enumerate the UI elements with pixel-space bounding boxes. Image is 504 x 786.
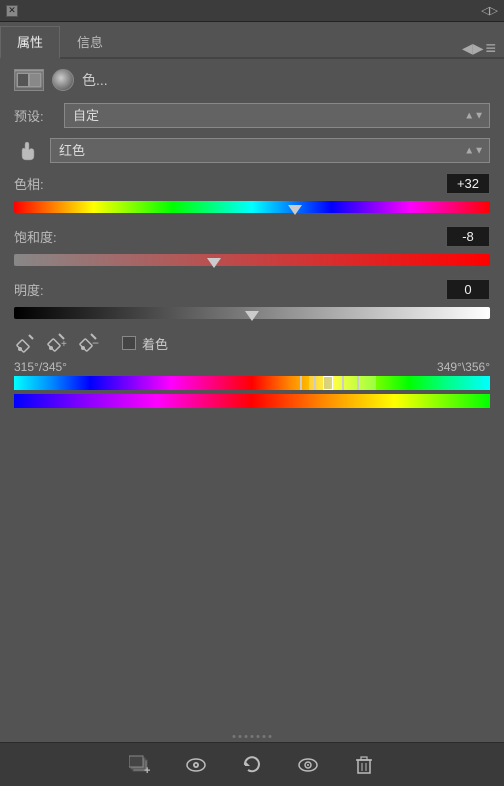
sat-section: 饱和度: -8 (14, 226, 490, 269)
tab-info[interactable]: 信息 (60, 26, 120, 57)
panel-header: 色... (14, 69, 490, 91)
hand-icon (17, 140, 39, 162)
panel-menu-lines: ≡ (485, 39, 496, 57)
delete-button[interactable] (350, 751, 378, 779)
circle-icon (52, 69, 74, 91)
range-labels: 315°/345° 349°\356° (14, 360, 490, 374)
grip-dot-2 (239, 735, 242, 738)
hue-select-bar-wrap[interactable] (14, 376, 490, 390)
range-label-right: 349°\356° (437, 360, 490, 374)
colorize-label: 着色 (142, 334, 168, 353)
grip-dot-6 (263, 735, 266, 738)
grip-dot-7 (269, 735, 272, 738)
color-range-bar-wrap[interactable] (14, 394, 490, 408)
sat-label: 饱和度: (14, 227, 57, 246)
channel-select[interactable]: 红色 (50, 138, 490, 163)
tools-row: + − 着色 (14, 332, 490, 354)
hue-value-box[interactable]: +32 (446, 173, 490, 194)
tabs-bar: 属性 信息 ◀▶ ≡ (0, 22, 504, 59)
eyedropper-minus-button[interactable]: − (78, 332, 100, 354)
panel-title: 色... (82, 70, 108, 90)
hue-label: 色相: (14, 174, 56, 193)
light-header: 明度: 0 (14, 279, 490, 300)
preset-select-wrapper: 自定 ▲▼ (64, 103, 490, 128)
sat-value-box[interactable]: -8 (446, 226, 490, 247)
tabs-menu-button[interactable]: ◀▶ ≡ (462, 39, 504, 57)
reset-button[interactable] (238, 751, 266, 779)
color-range-bar (14, 394, 490, 408)
range-label-left: 315°/345° (14, 360, 67, 374)
light-thumb[interactable] (245, 311, 259, 321)
eyedropper-1-button[interactable] (14, 332, 36, 354)
light-slider-wrap[interactable] (14, 304, 490, 322)
title-bar-left: ✕ (6, 5, 18, 17)
sat-header: 饱和度: -8 (14, 226, 490, 247)
hand-icon-wrap (14, 140, 42, 162)
hue-thumb[interactable] (288, 205, 302, 215)
sat-track (14, 254, 490, 266)
grip-dot-3 (245, 735, 248, 738)
grip-dot-4 (251, 735, 254, 738)
sat-thumb[interactable] (207, 258, 221, 268)
hue-section: 色相: +32 (14, 173, 490, 216)
light-value-box[interactable]: 0 (446, 279, 490, 300)
panel-grip (233, 735, 272, 738)
expand-arrows[interactable]: ◁▷ (481, 4, 498, 17)
colorize-checkbox[interactable] (122, 336, 136, 350)
colorize-checkbox-wrap[interactable]: 着色 (122, 334, 168, 353)
grip-dot-5 (257, 735, 260, 738)
footer-toolbar: + (0, 742, 504, 786)
title-bar: ✕ ◁▷ (0, 0, 504, 22)
hue-header: 色相: +32 (14, 173, 490, 194)
grip-dot-1 (233, 735, 236, 738)
light-section: 明度: 0 (14, 279, 490, 322)
svg-text:+: + (61, 339, 67, 350)
preset-row: 预设: 自定 ▲▼ (14, 103, 490, 128)
svg-text:+: + (144, 765, 150, 776)
preset-label: 预设: (14, 106, 56, 125)
sat-slider-wrap[interactable] (14, 251, 490, 269)
panel-menu-icon: ◀▶ (462, 40, 484, 57)
view-button[interactable] (294, 751, 322, 779)
tab-properties[interactable]: 属性 (0, 26, 60, 59)
close-button[interactable]: ✕ (6, 5, 18, 17)
channel-select-wrapper: 红色 ▲▼ (50, 138, 490, 163)
hue-slider-wrap[interactable] (14, 198, 490, 216)
panel-body: 色... 预设: 自定 ▲▼ 红色 ▲▼ 色相: +32 (0, 59, 504, 743)
hue-select-bar (14, 376, 490, 390)
visibility-button[interactable] (182, 751, 210, 779)
layer-icon (14, 69, 44, 91)
new-layer-button[interactable]: + (126, 751, 154, 779)
preset-select[interactable]: 自定 (64, 103, 490, 128)
svg-text:−: − (92, 336, 99, 350)
light-label: 明度: (14, 280, 56, 299)
channel-row: 红色 ▲▼ (14, 138, 490, 163)
eyedropper-plus-button[interactable]: + (46, 332, 68, 354)
hue-track (14, 201, 490, 213)
